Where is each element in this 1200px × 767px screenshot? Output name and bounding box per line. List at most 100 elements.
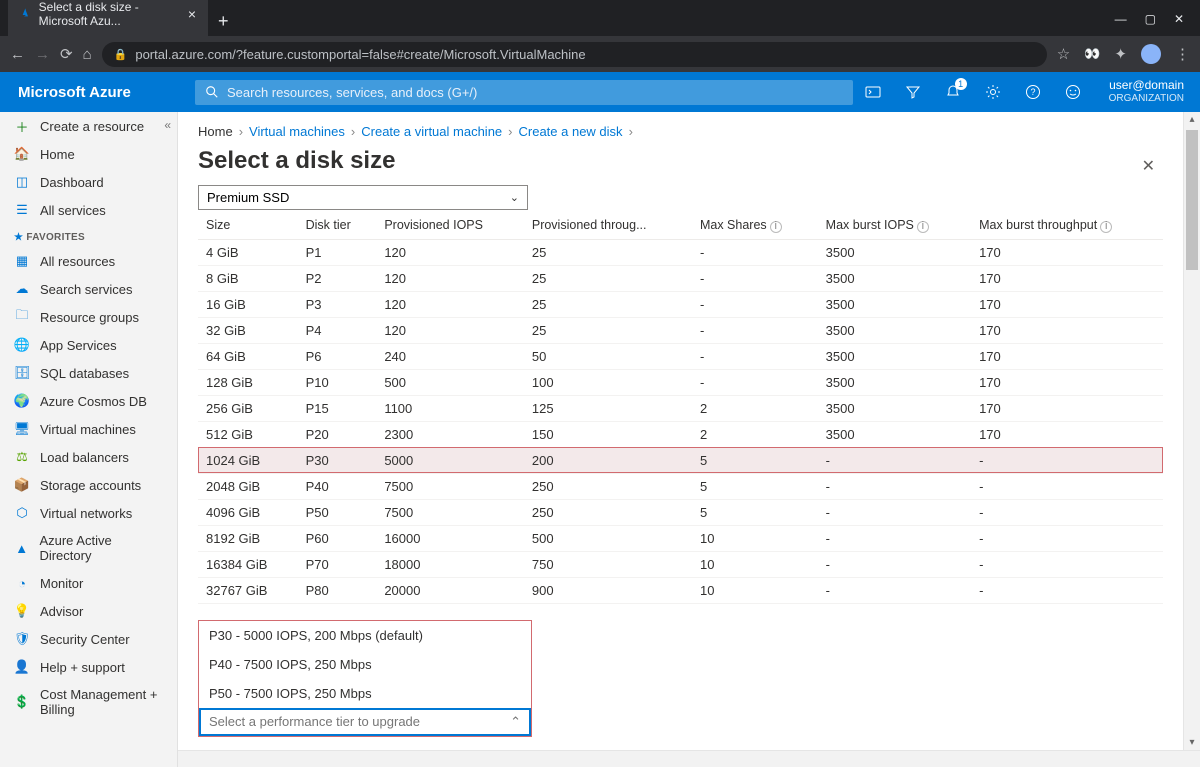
col-burst-iops[interactable]: Max burst IOPSi — [818, 212, 971, 239]
sidebar-item[interactable]: 🛡Security Center — [0, 625, 177, 653]
profile-avatar-icon[interactable] — [1141, 44, 1161, 64]
col-shares[interactable]: Max Sharesi — [692, 212, 818, 239]
extensions-icon[interactable]: ✦ — [1114, 45, 1127, 63]
disk-size-row[interactable]: 1024 GiBP3050002005-- — [198, 447, 1163, 473]
sidebar-item[interactable]: ◔Monitor — [0, 569, 177, 597]
horizontal-scrollbar[interactable] — [178, 750, 1200, 767]
sidebar-item[interactable]: ☁Search services — [0, 275, 177, 303]
col-tier[interactable]: Disk tier — [298, 212, 377, 239]
breadcrumb-home[interactable]: Home — [198, 124, 233, 139]
performance-tier-option[interactable]: P50 - 7500 IOPS, 250 Mbps — [199, 679, 531, 708]
sidebar-item[interactable]: ⬡Virtual networks — [0, 499, 177, 527]
performance-tier-option[interactable]: P40 - 7500 IOPS, 250 Mbps — [199, 650, 531, 679]
info-icon[interactable]: i — [770, 221, 782, 233]
eye-icon[interactable]: 👀 — [1084, 46, 1100, 62]
cell-biops: - — [818, 447, 971, 473]
disk-size-row[interactable]: 512 GiBP20230015023500170 — [198, 421, 1163, 447]
sidebar-item[interactable]: 💡Advisor — [0, 597, 177, 625]
scrollbar-thumb[interactable] — [1186, 130, 1198, 270]
plus-icon: ＋ — [14, 118, 30, 134]
feedback-icon[interactable] — [1053, 72, 1093, 112]
sidebar-item[interactable]: ⚖Load balancers — [0, 443, 177, 471]
sidebar-item[interactable]: 🗀Resource groups — [0, 303, 177, 331]
sidebar-item-label: All resources — [40, 254, 115, 269]
info-icon[interactable]: i — [1100, 221, 1112, 233]
performance-tier-select[interactable]: Select a performance tier to upgrade ⌃ — [199, 708, 531, 736]
azure-search-box[interactable] — [195, 80, 853, 105]
breadcrumb-vms[interactable]: Virtual machines — [249, 124, 345, 139]
disk-size-row[interactable]: 2048 GiBP4075002505-- — [198, 473, 1163, 499]
sidebar-item[interactable]: 📦Storage accounts — [0, 471, 177, 499]
help-icon[interactable]: ? — [1013, 72, 1053, 112]
sidebar-dashboard[interactable]: ◫ Dashboard — [0, 168, 177, 196]
disk-type-dropdown[interactable]: Premium SSD ⌄ — [198, 185, 528, 210]
bookmark-star-icon[interactable]: ☆ — [1057, 45, 1070, 63]
disk-size-row[interactable]: 8192 GiBP601600050010-- — [198, 525, 1163, 551]
col-burst-throughput[interactable]: Max burst throughputi — [971, 212, 1163, 239]
nav-forward-icon[interactable]: → — [35, 46, 50, 63]
url-field[interactable]: 🔒 portal.azure.com/?feature.customportal… — [102, 42, 1047, 67]
settings-gear-icon[interactable] — [973, 72, 1013, 112]
cell-shares: 5 — [692, 499, 818, 525]
nav-home-icon[interactable]: ⌂ — [83, 46, 92, 63]
browser-menu-icon[interactable]: ⋮ — [1175, 45, 1190, 63]
cell-tp: 25 — [524, 291, 692, 317]
disk-size-row[interactable]: 64 GiBP624050-3500170 — [198, 343, 1163, 369]
disk-size-row[interactable]: 32 GiBP412025-3500170 — [198, 317, 1163, 343]
home-icon: 🏠 — [14, 146, 30, 162]
azure-user-menu[interactable]: user@domain ORGANIZATION — [1093, 78, 1200, 106]
cloud-shell-icon[interactable] — [853, 72, 893, 112]
sidebar-item[interactable]: 🌐App Services — [0, 331, 177, 359]
breadcrumb-create-vm[interactable]: Create a virtual machine — [361, 124, 502, 139]
sidebar-collapse-icon[interactable]: « — [164, 118, 171, 132]
disk-size-row[interactable]: 128 GiBP10500100-3500170 — [198, 369, 1163, 395]
cell-tier: P20 — [298, 421, 377, 447]
cell-btp: 170 — [971, 239, 1163, 265]
window-close-icon[interactable]: ✕ — [1174, 12, 1184, 26]
sidebar-item[interactable]: ▲Azure Active Directory — [0, 527, 177, 569]
chevron-up-icon: ⌃ — [510, 714, 521, 730]
service-icon: 💲 — [14, 694, 30, 710]
cell-btp: - — [971, 473, 1163, 499]
new-tab-button[interactable]: + — [208, 7, 239, 36]
disk-size-row[interactable]: 256 GiBP15110012523500170 — [198, 395, 1163, 421]
nav-reload-icon[interactable]: ⟳ — [60, 45, 73, 63]
blade-close-icon[interactable]: ✕ — [1134, 152, 1163, 180]
disk-size-row[interactable]: 8 GiBP212025-3500170 — [198, 265, 1163, 291]
disk-size-row[interactable]: 4096 GiBP5075002505-- — [198, 499, 1163, 525]
info-icon[interactable]: i — [917, 221, 929, 233]
tab-close-icon[interactable]: × — [188, 6, 196, 22]
col-iops[interactable]: Provisioned IOPS — [376, 212, 524, 239]
azure-brand[interactable]: Microsoft Azure — [0, 84, 195, 101]
sidebar-item[interactable]: 💲Cost Management + Billing — [0, 681, 177, 723]
disk-size-row[interactable]: 4 GiBP112025-3500170 — [198, 239, 1163, 265]
performance-tier-option[interactable]: P30 - 5000 IOPS, 200 Mbps (default) — [199, 621, 531, 650]
scroll-down-icon[interactable]: ▾ — [1184, 737, 1200, 748]
window-maximize-icon[interactable]: ▢ — [1145, 12, 1156, 26]
breadcrumb-create-disk[interactable]: Create a new disk — [519, 124, 623, 139]
sidebar-all-services[interactable]: ☰ All services — [0, 196, 177, 224]
window-minimize-icon[interactable]: — — [1115, 12, 1127, 26]
notifications-icon[interactable]: 1 — [933, 72, 973, 112]
disk-size-row[interactable]: 16384 GiBP701800075010-- — [198, 551, 1163, 577]
col-size[interactable]: Size — [198, 212, 298, 239]
disk-size-row[interactable]: 32767 GiBP802000090010-- — [198, 577, 1163, 603]
sidebar-item[interactable]: 🖥Virtual machines — [0, 415, 177, 443]
vertical-scrollbar[interactable]: ▴ ▾ — [1183, 112, 1200, 767]
cell-shares: - — [692, 317, 818, 343]
sidebar-item-label: Resource groups — [40, 310, 139, 325]
disk-size-row[interactable]: 16 GiBP312025-3500170 — [198, 291, 1163, 317]
browser-tab[interactable]: Select a disk size - Microsoft Azu... × — [8, 0, 208, 36]
col-throughput[interactable]: Provisioned throug... — [524, 212, 692, 239]
directory-filter-icon[interactable] — [893, 72, 933, 112]
nav-back-icon[interactable]: ← — [10, 46, 25, 63]
cell-btp: 170 — [971, 265, 1163, 291]
sidebar-item[interactable]: ▦All resources — [0, 247, 177, 275]
azure-search-input[interactable] — [227, 85, 843, 100]
sidebar-item[interactable]: 🗄SQL databases — [0, 359, 177, 387]
sidebar-home[interactable]: 🏠 Home — [0, 140, 177, 168]
sidebar-create-resource[interactable]: ＋ Create a resource — [0, 112, 177, 140]
scroll-up-icon[interactable]: ▴ — [1184, 114, 1200, 125]
sidebar-item[interactable]: 🌍Azure Cosmos DB — [0, 387, 177, 415]
sidebar-item[interactable]: 👤Help + support — [0, 653, 177, 681]
